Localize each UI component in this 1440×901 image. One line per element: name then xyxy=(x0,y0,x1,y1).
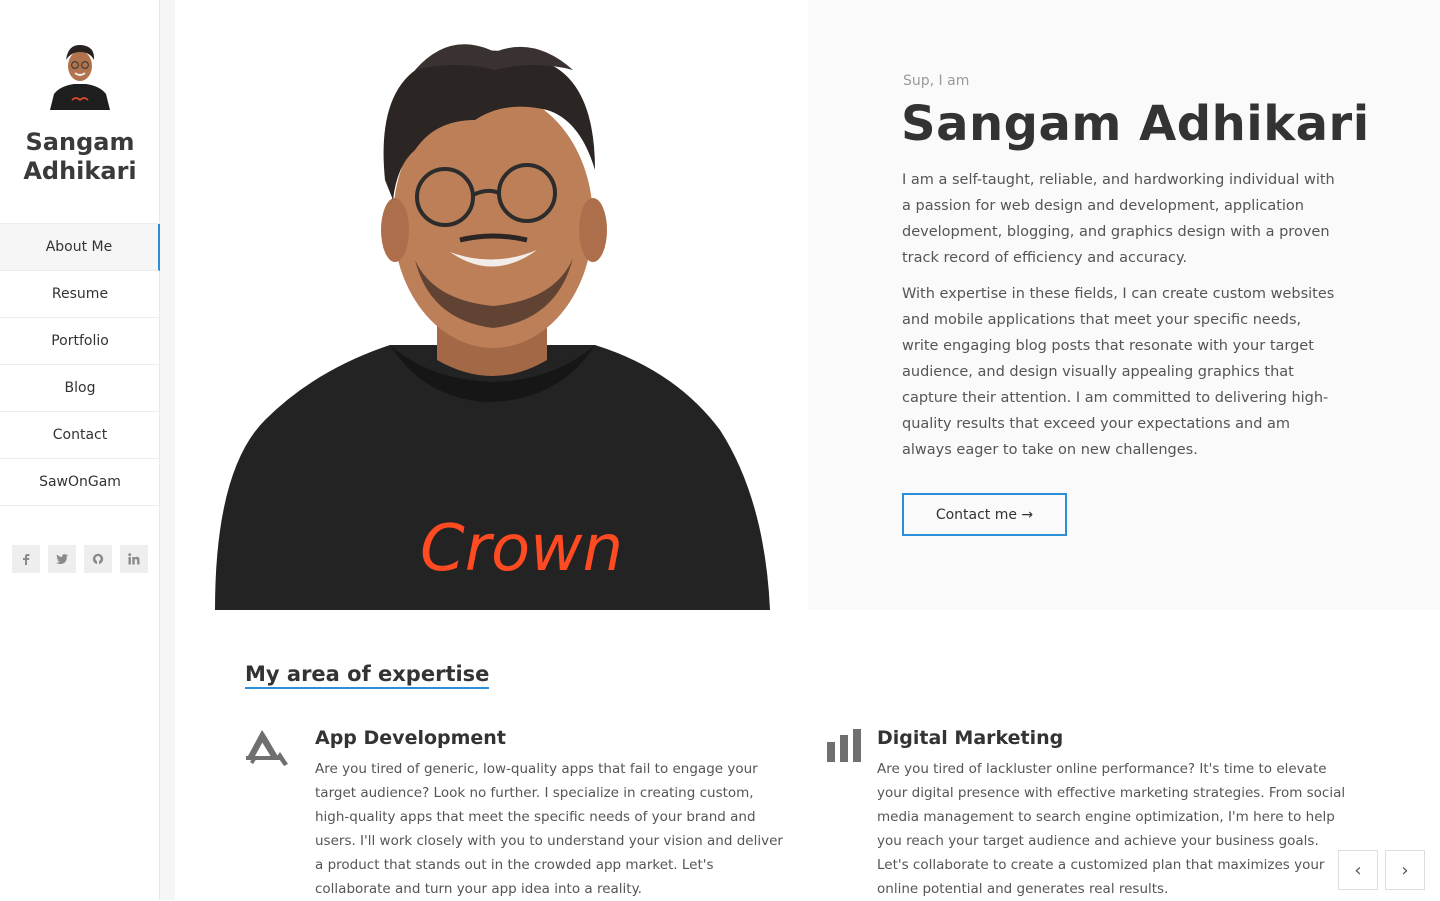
chevron-left-icon: ‹ xyxy=(1354,859,1362,881)
sidebar-name: Sangam Adhikari xyxy=(23,128,137,185)
github-icon[interactable] xyxy=(84,545,112,573)
expertise-heading: My area of expertise xyxy=(245,662,490,689)
social-links xyxy=(12,545,148,573)
intro-paragraph-1: I am a self-taught, reliable, and hardwo… xyxy=(902,172,1335,266)
avatar[interactable] xyxy=(46,38,114,110)
app-development-text: Are you tired of generic, low-quality ap… xyxy=(315,761,783,897)
hero-title: Sangam Adhikari xyxy=(901,96,1370,152)
sidebar-gutter xyxy=(160,0,175,900)
main-nav: About Me Resume Portfolio Blog Contact S… xyxy=(0,223,160,506)
nav-item-portfolio[interactable]: Portfolio xyxy=(0,318,160,365)
chevron-right-icon: › xyxy=(1401,859,1409,881)
nav-item-about-me[interactable]: About Me xyxy=(0,224,160,271)
prev-page-button[interactable]: ‹ xyxy=(1338,850,1378,890)
twitter-icon[interactable] xyxy=(48,545,76,573)
linkedin-icon[interactable] xyxy=(120,545,148,573)
portrait-illustration: Crown xyxy=(215,44,770,610)
facebook-icon[interactable] xyxy=(12,545,40,573)
app-development-title: App Development xyxy=(315,727,506,749)
hero-intro: Sup, I am Sangam Adhikari I am a self-ta… xyxy=(808,0,1440,610)
digital-marketing-text: Are you tired of lackluster online perfo… xyxy=(877,761,1346,897)
intro-paragraph-2: With expertise in these fields, I can cr… xyxy=(902,286,1335,458)
nav-item-sawongam[interactable]: SawOnGam xyxy=(0,459,160,506)
sidebar: Sangam Adhikari About Me Resume Portfoli… xyxy=(0,0,160,900)
nav-item-blog[interactable]: Blog xyxy=(0,365,160,412)
digital-marketing-title: Digital Marketing xyxy=(877,727,1064,749)
greeting-text: Sup, I am xyxy=(903,73,970,89)
next-page-button[interactable]: › xyxy=(1385,850,1425,890)
nav-item-contact[interactable]: Contact xyxy=(0,412,160,459)
contact-me-button[interactable]: Contact me → xyxy=(902,493,1067,536)
shirt-graphic: Crown xyxy=(420,512,623,586)
app-store-icon xyxy=(244,722,292,770)
nav-item-resume[interactable]: Resume xyxy=(0,271,160,318)
hero-portrait: Crown xyxy=(175,0,808,610)
bar-chart-icon xyxy=(826,724,874,772)
